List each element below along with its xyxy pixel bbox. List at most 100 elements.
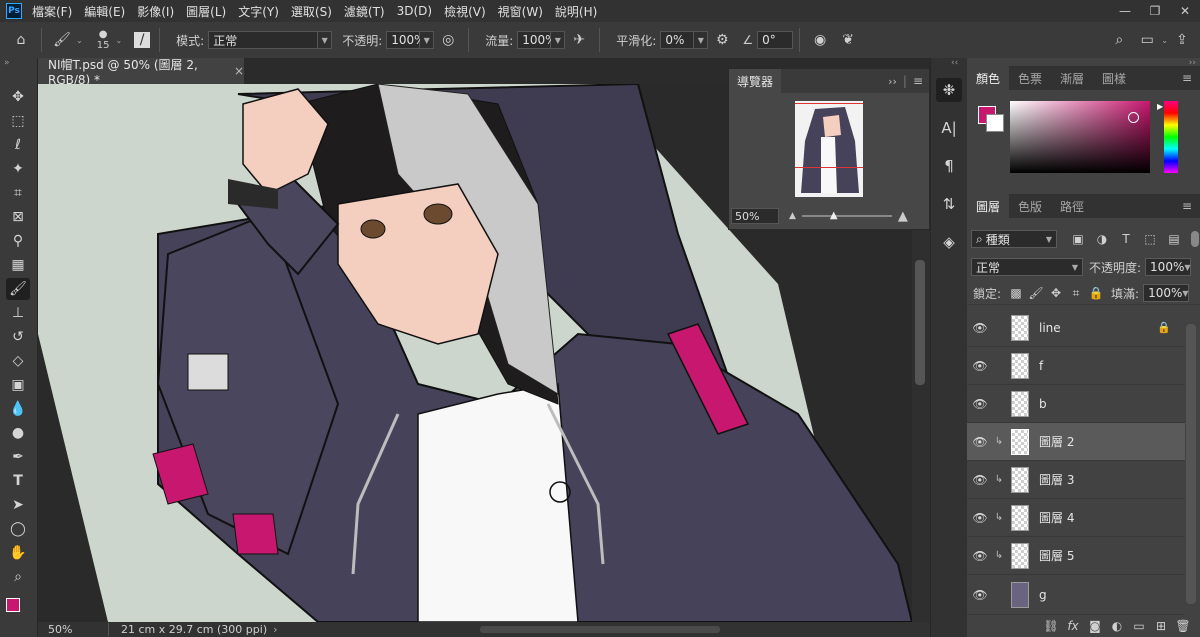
navigator-preview[interactable] [795,101,863,197]
visibility-eye-icon[interactable]: 👁 [967,588,993,602]
mode-select[interactable]: 正常 [208,31,319,49]
visibility-eye-icon[interactable]: 👁 [967,359,993,373]
chevron-down-icon[interactable]: ▼ [551,31,566,49]
visibility-eye-icon[interactable]: 👁 [967,511,993,525]
zoom-out-icon[interactable]: ▲ [789,211,796,221]
collapse-icon[interactable]: ‹‹ [951,58,958,68]
close-icon[interactable]: ✕ [1170,0,1200,22]
collapse-icon[interactable]: » [4,58,10,68]
new-layer-icon[interactable]: ⊞ [1150,619,1172,633]
navigator-zoom-input[interactable]: 50% [731,208,779,224]
smoothing-input[interactable]: 0% [660,31,695,49]
status-zoom[interactable]: 50% [38,623,108,636]
opacity-input[interactable]: 100% [386,31,426,49]
tab-paths[interactable]: 路徑 [1051,194,1093,218]
layer-row[interactable]: 👁 f [967,347,1185,385]
filter-pixel-icon[interactable]: ▣ [1069,230,1087,248]
add-mask-icon[interactable]: ◙ [1084,619,1106,633]
close-icon[interactable]: × [234,64,244,78]
hue-slider[interactable] [1164,101,1178,173]
panel-menu-icon[interactable]: ≡ [1182,66,1192,90]
color-picker-cursor[interactable] [1128,112,1139,123]
move-tool-icon[interactable]: ✥ [6,86,30,108]
tab-layers[interactable]: 圖層 [967,194,1010,218]
layer-row[interactable]: 👁 line 🔒 [967,309,1185,347]
menu-select[interactable]: 選取(S) [291,3,332,20]
menu-window[interactable]: 視窗(W) [498,3,543,20]
panel-menu-icon[interactable]: ≡ [913,74,923,88]
menu-file[interactable]: 檔案(F) [32,3,72,20]
layer-row[interactable]: 👁 g [967,575,1185,615]
layer-filter-select[interactable]: ⌕ 種類 ▼ [971,230,1057,248]
link-layers-icon[interactable]: ⛓ [1040,619,1062,633]
pen-tool-icon[interactable]: ✒ [6,446,30,468]
restore-icon[interactable]: ❐ [1140,0,1170,22]
layer-row[interactable]: 👁 ↳ 圖層 3 [967,461,1185,499]
zoom-in-icon[interactable]: ▲ [898,209,908,224]
workspace-icon[interactable]: ▭ [1136,29,1158,51]
navigator-tab[interactable]: 導覽器 [729,69,782,93]
brush-size-picker[interactable]: ● 15 [97,29,110,51]
menu-3d[interactable]: 3D(D) [397,4,432,18]
ellipse-tool-icon[interactable]: ◯ [6,518,30,540]
symmetry-butterfly-icon[interactable]: ❦ [837,29,859,51]
tab-gradients[interactable]: 漸層 [1051,66,1093,90]
chevron-down-icon[interactable]: ▼ [318,31,333,49]
eyedropper-tool-icon[interactable]: ⚲ [6,230,30,252]
chevron-down-icon[interactable]: ⌄ [1161,36,1168,45]
adjustment-layer-icon[interactable]: ◐ [1106,619,1128,633]
lock-pixels-icon[interactable]: 🖌 [1027,284,1045,302]
horizontal-scrollbar-thumb[interactable] [480,626,720,633]
eraser-tool-icon[interactable]: ◇ [6,350,30,372]
visibility-eye-icon[interactable]: 👁 [967,321,993,335]
angle-input[interactable]: 0° [757,31,794,49]
share-icon[interactable]: ⇪ [1171,29,1193,51]
layer-opacity-input[interactable]: 100% ▼ [1145,258,1192,276]
filter-shape-icon[interactable]: ⬚ [1141,230,1159,248]
visibility-eye-icon[interactable]: 👁 [967,473,993,487]
chevron-down-icon[interactable]: ⌄ [115,36,122,45]
pressure-opacity-icon[interactable]: ◎ [437,29,459,51]
chevron-down-icon[interactable]: ⌄ [76,36,83,45]
tab-swatches[interactable]: 色票 [1009,66,1051,90]
visibility-eye-icon[interactable]: 👁 [967,397,993,411]
minimize-icon[interactable]: — [1110,0,1140,22]
home-icon[interactable]: ⌂ [10,29,32,51]
hue-slider-handle-icon[interactable]: ▶ [1157,102,1163,111]
filter-toggle[interactable] [1191,231,1199,247]
chevron-down-icon[interactable]: ▼ [420,31,435,49]
navigator-zoom-slider[interactable]: ▲ [801,210,892,221]
tab-color[interactable]: 顏色 [967,66,1010,90]
layer-row[interactable]: 👁 b [967,385,1185,423]
gear-icon[interactable]: ⚙ [711,29,733,51]
menu-layer[interactable]: 圖層(L) [186,3,226,20]
menu-type[interactable]: 文字(Y) [238,3,279,20]
menu-edit[interactable]: 編輯(E) [84,3,125,20]
healing-brush-tool-icon[interactable]: ▦ [6,254,30,276]
vertical-scrollbar-thumb[interactable] [915,260,925,385]
brush-settings-panel-icon[interactable]: ❉ [936,78,962,102]
lock-position-icon[interactable]: ✥ [1047,284,1065,302]
visibility-eye-icon[interactable]: 👁 [967,549,993,563]
character-panel-icon[interactable]: A| [936,116,962,140]
filter-type-icon[interactable]: T [1117,230,1135,248]
layers-scrollbar[interactable] [1186,324,1196,604]
lock-all-icon[interactable]: 🔒 [1087,284,1105,302]
filter-smart-object-icon[interactable]: ▤ [1165,230,1183,248]
pressure-size-icon[interactable]: ◉ [809,29,831,51]
background-color-swatch[interactable] [986,114,1004,132]
saturation-brightness-picker[interactable] [1010,101,1150,173]
tab-patterns[interactable]: 圖樣 [1093,66,1135,90]
layer-row[interactable]: 👁 ↳ 圖層 5 [967,537,1185,575]
brush-tool-icon[interactable]: 🖌 [6,278,30,300]
brush-preset-icon[interactable]: 🖌 [51,29,73,51]
panel-menu-icon[interactable]: ≡ [1182,194,1192,218]
stamp-tool-icon[interactable]: ⊥ [6,302,30,324]
visibility-eye-icon[interactable]: 👁 [967,435,993,449]
chevron-down-icon[interactable]: ▼ [694,31,709,49]
lock-artboard-icon[interactable]: ⌗ [1067,284,1085,302]
expand-icon[interactable]: ›› [888,75,897,88]
frame-tool-icon[interactable]: ⊠ [6,206,30,228]
lock-transparent-icon[interactable]: ▩ [1007,284,1025,302]
document-tab[interactable]: NI帽T.psd @ 50% (圖層 2, RGB/8) * × [38,58,244,87]
